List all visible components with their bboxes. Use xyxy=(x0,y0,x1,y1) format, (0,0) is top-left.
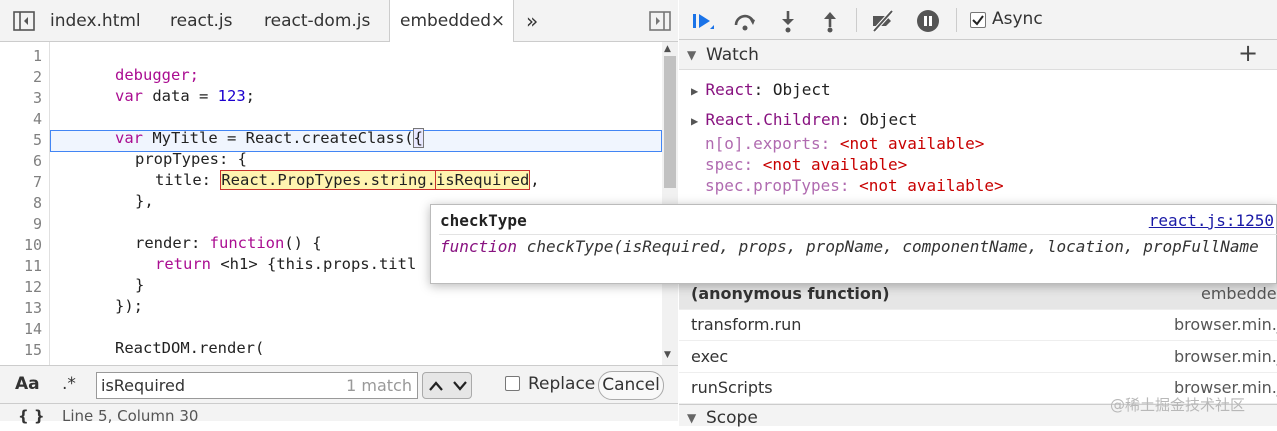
match-case-toggle[interactable]: Aa xyxy=(15,374,40,394)
line-number[interactable]: 8 xyxy=(33,194,42,212)
line-number[interactable]: 15 xyxy=(24,341,42,359)
close-tab-icon[interactable]: × xyxy=(491,0,505,42)
scrollbar-thumb[interactable] xyxy=(664,56,676,188)
file-tab-bar: index.html react.js react-dom.js embedde… xyxy=(0,0,678,43)
scroll-down-icon[interactable]: ▼ xyxy=(664,350,671,360)
code-line-12: } xyxy=(135,276,145,294)
search-bar: Aa .* isRequired 1 match Replace Cancel xyxy=(0,365,678,403)
popover-source-link[interactable]: react.js:1250 xyxy=(1149,211,1274,230)
toolbar-separator xyxy=(956,8,957,32)
cursor-position: Line 5, Column 30 xyxy=(62,407,199,425)
tab-react-dom-js[interactable]: react-dom.js xyxy=(264,0,370,42)
checkmark-icon xyxy=(972,15,984,26)
code-line-6: propTypes: { xyxy=(135,150,247,168)
code-line-7: title: React.PropTypes.string.isRequired… xyxy=(155,170,540,190)
line-number[interactable]: 5 xyxy=(33,131,42,149)
more-tabs-icon[interactable]: » xyxy=(526,0,538,42)
line-number[interactable]: 13 xyxy=(24,299,42,317)
match-count: 1 match xyxy=(346,376,412,395)
step-over-icon[interactable] xyxy=(732,8,758,34)
line-number[interactable]: 4 xyxy=(33,110,42,128)
code-line-10: render: function() { xyxy=(135,234,322,252)
expand-triangle-icon: ▶ xyxy=(691,84,706,98)
resume-icon[interactable] xyxy=(690,8,716,34)
line-number[interactable]: 11 xyxy=(24,257,42,275)
async-checkbox[interactable] xyxy=(970,12,986,28)
code-line-8: }, xyxy=(135,192,154,210)
line-number[interactable]: 7 xyxy=(33,173,42,191)
line-number[interactable]: 6 xyxy=(33,152,42,170)
expand-triangle-icon: ▶ xyxy=(691,114,706,128)
evaluated-expression-highlight: React.PropTypes.string.isRequired xyxy=(220,170,531,190)
call-frame-transform-run[interactable]: transform.runbrowser.min.js xyxy=(679,310,1277,341)
toolbar-separator xyxy=(856,8,857,32)
watch-section-header[interactable]: ▼ Watch + xyxy=(679,38,1277,70)
popover-signature: function checkType(isRequired, props, pr… xyxy=(440,237,1259,256)
cancel-button[interactable]: Cancel xyxy=(598,371,664,400)
collapse-triangle-icon: ▼ xyxy=(687,411,697,425)
step-out-icon[interactable] xyxy=(817,8,843,34)
async-label: Async xyxy=(992,9,1043,29)
popover-divider xyxy=(439,234,1277,235)
search-match-highlight: isRequired xyxy=(434,170,531,190)
scroll-up-icon[interactable]: ▲ xyxy=(664,44,671,54)
function-popover: checkType react.js:1250 function checkTy… xyxy=(430,204,1277,284)
code-line-3: var data = 123; xyxy=(115,87,255,105)
status-bar: { } Line 5, Column 30 xyxy=(0,403,678,425)
watch-item-react-children[interactable]: ▶ React.Children: Object xyxy=(691,110,917,129)
toggle-debugger-icon[interactable] xyxy=(647,8,673,34)
line-number[interactable]: 10 xyxy=(24,236,42,254)
code-line-13: }); xyxy=(115,297,143,315)
next-match-icon[interactable] xyxy=(453,380,467,392)
popover-title: checkType xyxy=(440,211,527,230)
debugger-toolbar: Async xyxy=(679,0,1277,40)
call-frame-exec[interactable]: execbrowser.min.js xyxy=(679,342,1277,373)
add-watch-icon[interactable]: + xyxy=(1238,38,1258,68)
pretty-print-icon[interactable]: { } xyxy=(18,407,45,425)
watch-item-spec[interactable]: spec: <not available> xyxy=(705,155,907,174)
tab-embedded[interactable]: embedded × xyxy=(389,0,514,43)
code-line-11: return <h1> {this.props.titl xyxy=(155,255,417,273)
tab-index-html[interactable]: index.html xyxy=(50,0,141,42)
line-number[interactable]: 3 xyxy=(33,89,42,107)
toggle-navigator-icon[interactable] xyxy=(11,8,37,34)
line-number[interactable]: 14 xyxy=(24,320,42,338)
code-line-15: ReactDOM.render( xyxy=(115,339,265,357)
collapse-triangle-icon: ▼ xyxy=(687,48,697,62)
watch-item-react[interactable]: ▶ React: Object xyxy=(691,80,831,99)
replace-checkbox[interactable] xyxy=(505,376,520,391)
line-number[interactable]: 12 xyxy=(24,278,42,296)
pause-on-exceptions-icon[interactable] xyxy=(915,8,941,34)
tab-react-js[interactable]: react.js xyxy=(170,0,233,42)
step-into-icon[interactable] xyxy=(775,8,801,34)
line-number[interactable]: 2 xyxy=(33,68,42,86)
watch-item-spec-proptypes[interactable]: spec.propTypes: <not available> xyxy=(705,176,1004,195)
search-input[interactable]: isRequired 1 match xyxy=(96,372,418,399)
previous-match-icon[interactable] xyxy=(429,380,443,392)
search-nav-group xyxy=(422,372,472,399)
line-number[interactable]: 9 xyxy=(33,215,42,233)
watch-title: Watch xyxy=(706,45,759,65)
replace-label: Replace xyxy=(528,374,596,394)
watch-item-exports[interactable]: n[o].exports: <not available> xyxy=(705,134,984,153)
watermark: @稀土掘金技术社区 xyxy=(1110,396,1246,414)
code-line-2: debugger; xyxy=(115,66,199,84)
line-gutter[interactable]: 1 2 3 4 5 6 7 8 9 10 11 12 13 14 15 xyxy=(0,42,50,365)
line-number[interactable]: 1 xyxy=(33,47,42,65)
code-line-5: var MyTitle = React.createClass({ xyxy=(115,128,425,148)
search-input-value: isRequired xyxy=(101,376,185,395)
scope-title: Scope xyxy=(706,408,758,428)
tab-embedded-label: embedded xyxy=(400,11,492,31)
deactivate-breakpoints-icon[interactable] xyxy=(870,8,896,34)
regex-toggle[interactable]: .* xyxy=(62,374,76,394)
